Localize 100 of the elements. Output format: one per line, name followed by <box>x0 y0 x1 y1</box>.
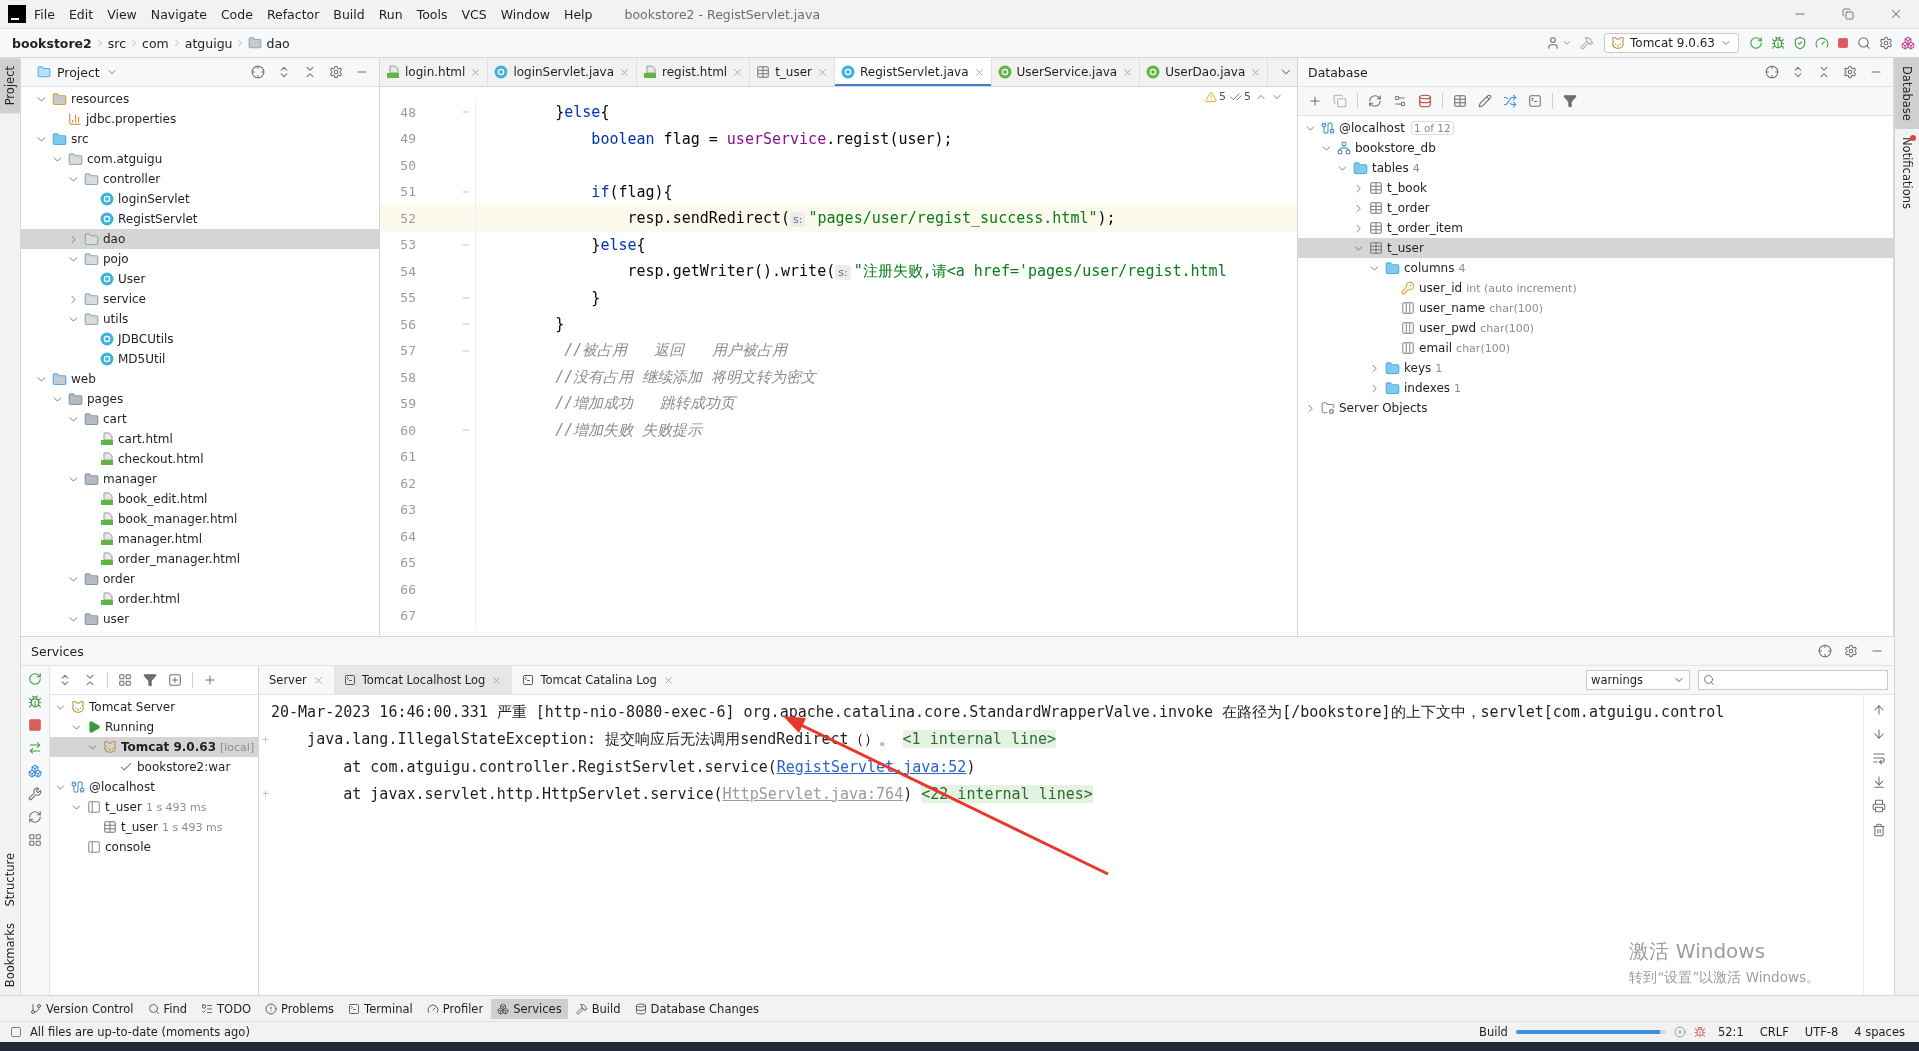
close-icon[interactable] <box>817 66 829 78</box>
line-separator[interactable]: CRLF <box>1755 1025 1793 1039</box>
close-icon[interactable] <box>491 674 503 686</box>
tree-item[interactable]: t_order <box>1298 198 1893 218</box>
tree-item[interactable]: JDBCUtils <box>21 329 379 349</box>
refresh-icon[interactable] <box>28 810 42 824</box>
stop-icon[interactable] <box>28 718 42 732</box>
tool-window-button[interactable]: Find <box>141 998 194 1019</box>
tool-window-button[interactable]: TODO <box>195 998 258 1019</box>
editor-tab[interactable]: RegistServlet.java <box>835 58 992 86</box>
menu-item[interactable]: Help <box>558 3 599 25</box>
passed-count[interactable]: 5 <box>1230 90 1251 103</box>
tree-item[interactable]: t_book <box>1298 178 1893 198</box>
close-icon[interactable] <box>312 674 324 686</box>
tree-item[interactable]: t_user 1 s 493 ms <box>50 817 258 837</box>
tree-item[interactable]: controller <box>21 169 379 189</box>
tree-item[interactable]: order.html <box>21 589 379 609</box>
breadcrumb-item[interactable]: dao <box>246 35 292 51</box>
tree-item[interactable]: pages <box>21 389 379 409</box>
arrow-up-icon[interactable] <box>1872 703 1886 717</box>
tree-item[interactable]: order_manager.html <box>21 549 379 569</box>
layout-icon[interactable] <box>28 833 42 847</box>
tree-item[interactable]: user_name char(100) <box>1298 298 1893 318</box>
tree-item[interactable]: service <box>21 289 379 309</box>
tree-item[interactable]: User <box>21 269 379 289</box>
bug-icon[interactable] <box>28 695 42 709</box>
tree-item[interactable]: Server Objects <box>1298 398 1893 418</box>
tool-window-button[interactable]: Terminal <box>342 998 419 1019</box>
breadcrumb-item[interactable]: src <box>105 35 129 51</box>
tree-item[interactable]: user <box>21 609 379 629</box>
wrap-icon[interactable] <box>1872 751 1886 765</box>
editor-tab[interactable]: loginServlet.java <box>488 58 638 86</box>
expand-icon[interactable] <box>260 735 270 744</box>
tool-window-tab[interactable]: Notifications <box>1895 128 1919 217</box>
search-field[interactable] <box>1698 670 1888 690</box>
arrow-down-icon[interactable] <box>1872 727 1886 741</box>
print-icon[interactable] <box>1872 799 1886 813</box>
editor-tab[interactable]: login.html <box>380 58 489 86</box>
caret-position[interactable]: 52:1 <box>1713 1025 1748 1039</box>
tree-item[interactable]: cart <box>21 409 379 429</box>
tree-item[interactable]: Running <box>50 717 258 737</box>
tree-item[interactable]: columns 4 <box>1298 258 1893 278</box>
tool-window-button[interactable]: Profiler <box>420 998 490 1019</box>
menu-item[interactable]: Edit <box>62 3 100 25</box>
tree-item[interactable]: checkout.html <box>21 449 379 469</box>
tree-item[interactable]: resources <box>21 89 379 109</box>
tree-item[interactable]: t_order_item <box>1298 218 1893 238</box>
tree-item[interactable]: tables 4 <box>1298 158 1893 178</box>
tree-item[interactable]: MD5Util <box>21 349 379 369</box>
cancel-icon[interactable] <box>1673 1026 1686 1038</box>
boxes-icon[interactable] <box>28 764 42 778</box>
log-tab[interactable]: Tomcat Catalina Log <box>512 666 684 694</box>
tree-item[interactable]: loginServlet <box>21 189 379 209</box>
tree-item[interactable]: user_id int (auto increment) <box>1298 278 1893 298</box>
log-tab[interactable]: Tomcat Localhost Log <box>333 666 513 694</box>
menu-item[interactable]: Build <box>327 3 371 25</box>
tool-window-button[interactable]: Version Control <box>24 998 140 1019</box>
tree-item[interactable]: book_edit.html <box>21 489 379 509</box>
scroll-end-icon[interactable] <box>1872 775 1886 789</box>
trash-icon[interactable] <box>1872 823 1886 837</box>
wrench-icon[interactable] <box>28 787 42 801</box>
close-icon[interactable] <box>732 66 744 78</box>
tree-item[interactable]: Tomcat 9.0.63 [local] <box>50 737 258 757</box>
expand-icon[interactable] <box>260 789 270 798</box>
close-icon[interactable] <box>619 66 631 78</box>
tree-item[interactable]: t_user <box>1298 238 1893 258</box>
breadcrumb-item[interactable]: bookstore2 <box>10 35 94 51</box>
breadcrumb-item[interactable]: com <box>140 35 171 51</box>
close-icon[interactable] <box>973 66 985 78</box>
error-icon[interactable] <box>1693 1026 1706 1038</box>
level-filter[interactable]: warnings <box>1586 670 1690 690</box>
deploy-icon[interactable] <box>28 741 42 755</box>
close-icon[interactable] <box>662 674 674 686</box>
folded-lines[interactable]: <1 internal line> <box>902 730 1057 748</box>
close-icon[interactable] <box>470 66 482 78</box>
log-tab[interactable]: Server <box>259 666 334 694</box>
logo-icon[interactable] <box>8 5 26 23</box>
tree-item[interactable]: order <box>21 569 379 589</box>
tool-window-button[interactable]: Database Changes <box>628 998 766 1019</box>
tree-item[interactable]: jdbc.properties <box>21 109 379 129</box>
tree-item[interactable]: web <box>21 369 379 389</box>
tree-item[interactable]: com.atguigu <box>21 149 379 169</box>
tree-item[interactable]: console <box>50 837 258 857</box>
tree-item[interactable]: book_manager.html <box>21 509 379 529</box>
menu-item[interactable]: Window <box>494 3 556 25</box>
tree-item[interactable]: keys 1 <box>1298 358 1893 378</box>
tree-item[interactable]: src <box>21 129 379 149</box>
tree-item[interactable]: Tomcat Server <box>50 697 258 717</box>
editor-tab[interactable]: UserDao.java <box>1140 58 1269 86</box>
menu-item[interactable]: Code <box>214 3 259 25</box>
tree-item[interactable]: t_user 1 s 493 ms <box>50 797 258 817</box>
tree-item[interactable]: user_pwd char(100) <box>1298 318 1893 338</box>
file-encoding[interactable]: UTF-8 <box>1800 1025 1843 1039</box>
menu-item[interactable]: Tools <box>410 3 454 25</box>
menu-item[interactable]: Navigate <box>144 3 213 25</box>
tool-window-tab[interactable]: Bookmarks <box>0 914 20 995</box>
tool-window-button[interactable]: Problems <box>259 998 341 1019</box>
tree-item[interactable]: email char(100) <box>1298 338 1893 358</box>
tree-item[interactable]: manager <box>21 469 379 489</box>
breadcrumb-item[interactable]: atguigu <box>182 35 235 51</box>
